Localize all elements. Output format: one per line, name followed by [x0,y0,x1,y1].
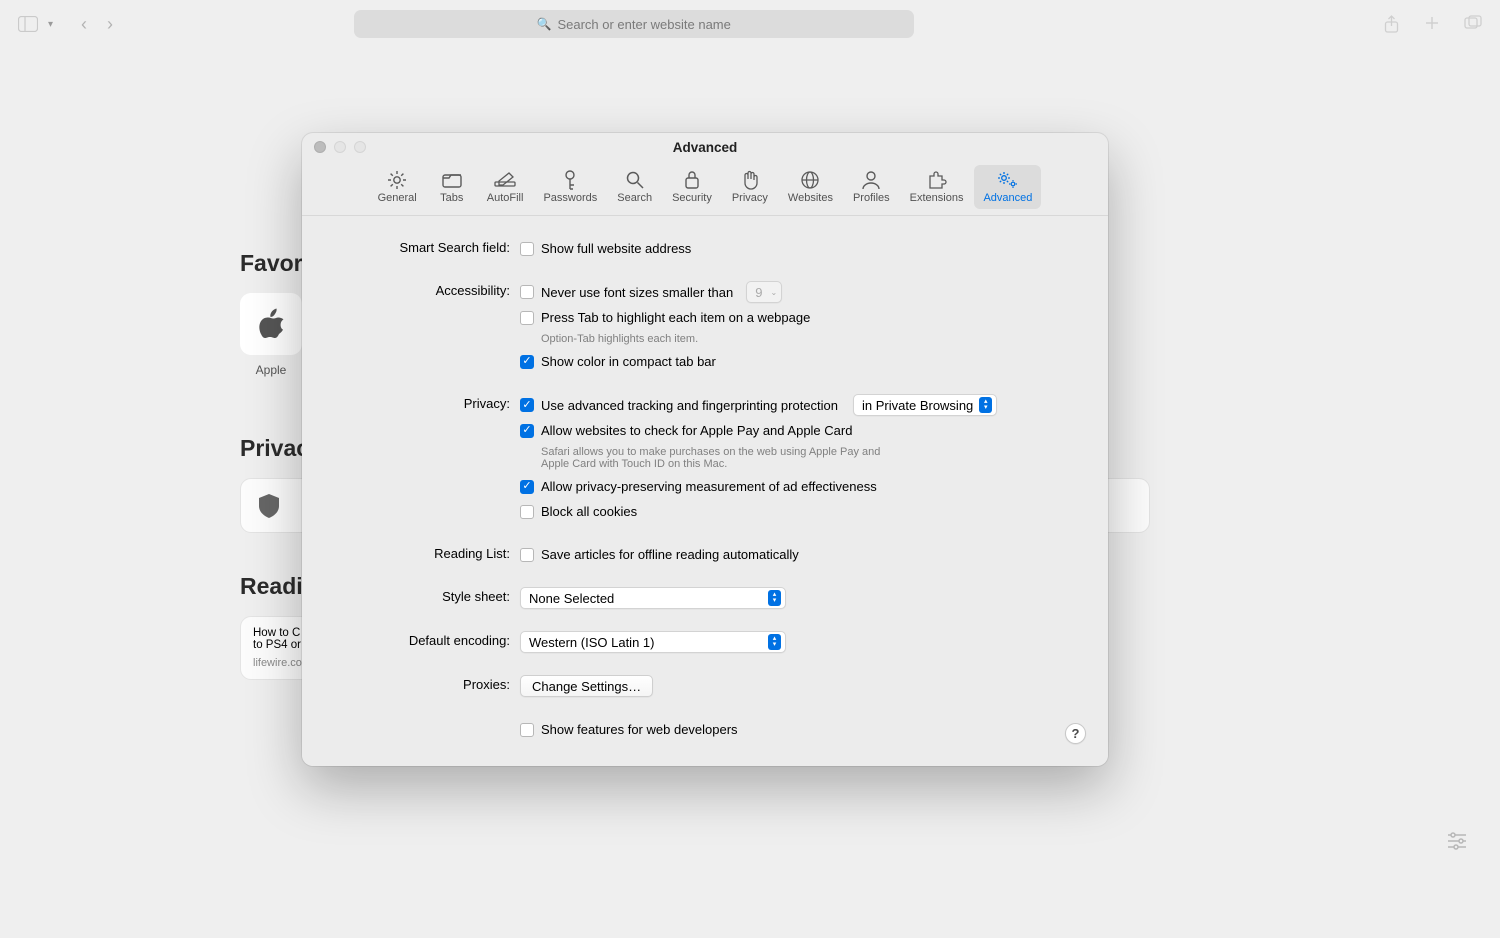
tab-passwords[interactable]: Passwords [534,165,606,209]
search-icon [623,170,647,190]
key-icon [558,170,582,190]
press-tab-checkbox[interactable] [520,311,534,325]
default-encoding-select[interactable]: Western (ISO Latin 1) ▴▾ [520,631,786,653]
chevron-down-icon: ⌄ [771,288,778,297]
advanced-tracking-label: Use advanced tracking and fingerprinting… [541,398,838,413]
tab-label: Search [617,192,652,204]
favorite-label: Apple [240,363,302,377]
tab-label: Passwords [543,192,597,204]
stepper-icon: ▴▾ [979,397,992,413]
puzzle-icon [925,170,949,190]
apple-pay-checkbox[interactable] [520,424,534,438]
change-proxies-label: Change Settings… [532,679,641,694]
advanced-tracking-checkbox[interactable] [520,398,534,412]
font-size-select[interactable]: 9 ⌄ [746,281,782,303]
apple-pay-label: Allow websites to check for Apple Pay an… [541,423,852,438]
accessibility-label: Accessibility: [324,281,520,298]
show-color-label: Show color in compact tab bar [541,354,716,369]
tracking-mode-select[interactable]: in Private Browsing ▴▾ [853,394,997,416]
lock-icon [680,170,704,190]
show-developer-features-checkbox[interactable] [520,723,534,737]
tab-label: General [378,192,417,204]
pencil-icon [493,170,517,190]
stepper-icon: ▴▾ [768,634,781,650]
tab-label: Privacy [732,192,768,204]
privacy-label: Privacy: [324,394,520,411]
tab-overview-icon[interactable] [1464,15,1482,34]
block-cookies-label: Block all cookies [541,504,637,519]
tracking-mode-value: in Private Browsing [862,398,973,413]
sidebar-toggle-icon[interactable] [18,16,38,32]
press-tab-label: Press Tab to highlight each item on a we… [541,310,810,325]
gear-icon [385,170,409,190]
back-button[interactable]: ‹ [81,14,87,35]
default-encoding-label: Default encoding: [324,631,520,648]
gears-icon [996,170,1020,190]
style-sheet-label: Style sheet: [324,587,520,604]
proxies-label: Proxies: [324,675,520,692]
tab-label: AutoFill [487,192,524,204]
tab-tabs[interactable]: Tabs [428,165,476,209]
change-proxies-button[interactable]: Change Settings… [520,675,653,697]
save-offline-label: Save articles for offline reading automa… [541,547,799,562]
favorite-tile-apple[interactable] [240,293,302,355]
style-sheet-select[interactable]: None Selected ▴▾ [520,587,786,609]
font-size-value: 9 [755,285,762,300]
hand-icon [738,170,762,190]
tab-label: Tabs [440,192,463,204]
new-tab-icon[interactable] [1424,15,1440,34]
tab-label: Security [672,192,712,204]
reading-list-label: Reading List: [324,544,520,561]
share-icon[interactable] [1383,15,1400,34]
stepper-icon: ▴▾ [768,590,781,606]
search-icon: 🔍 [536,17,551,31]
tab-general[interactable]: General [369,165,426,209]
window-title: Advanced [302,140,1108,155]
globe-icon [798,170,822,190]
option-tab-hint: Option-Tab highlights each item. [541,333,901,345]
preferences-window: Advanced General Tabs AutoFill Passwords… [302,133,1108,766]
tab-advanced[interactable]: Advanced [974,165,1041,209]
person-icon [859,170,883,190]
smart-search-label: Smart Search field: [324,238,520,255]
address-bar[interactable]: 🔍 Search or enter website name [354,10,914,38]
block-cookies-checkbox[interactable] [520,505,534,519]
show-developer-features-label: Show features for web developers [541,722,738,737]
chevron-down-icon[interactable]: ▾ [48,19,53,30]
help-button[interactable]: ? [1065,723,1086,744]
tab-label: Advanced [983,192,1032,204]
default-encoding-value: Western (ISO Latin 1) [529,635,654,650]
save-offline-checkbox[interactable] [520,548,534,562]
tab-profiles[interactable]: Profiles [844,165,899,209]
style-sheet-value: None Selected [529,591,614,606]
tab-autofill[interactable]: AutoFill [478,165,533,209]
address-bar-placeholder: Search or enter website name [557,17,730,32]
browser-toolbar: ▾ ‹ › 🔍 Search or enter website name [0,0,1500,48]
tab-privacy[interactable]: Privacy [723,165,777,209]
ad-measurement-checkbox[interactable] [520,480,534,494]
customize-start-page-icon[interactable] [1446,832,1468,850]
show-color-checkbox[interactable] [520,355,534,369]
ad-measurement-label: Allow privacy-preserving measurement of … [541,479,877,494]
tab-extensions[interactable]: Extensions [901,165,973,209]
apple-pay-hint: Safari allows you to make purchases on t… [541,446,901,470]
tab-label: Extensions [910,192,964,204]
forward-button[interactable]: › [107,14,113,35]
tab-security[interactable]: Security [663,165,721,209]
preferences-body: Smart Search field: Show full website ad… [302,216,1108,766]
window-titlebar: Advanced [302,133,1108,161]
tab-label: Profiles [853,192,890,204]
never-font-smaller-checkbox[interactable] [520,285,534,299]
show-full-address-label: Show full website address [541,241,691,256]
tab-websites[interactable]: Websites [779,165,842,209]
help-label: ? [1072,726,1080,741]
preferences-tabbar: General Tabs AutoFill Passwords Search S… [302,161,1108,216]
show-full-address-checkbox[interactable] [520,242,534,256]
tab-search[interactable]: Search [608,165,661,209]
never-font-smaller-label: Never use font sizes smaller than [541,285,733,300]
tabs-icon [440,170,464,190]
tab-label: Websites [788,192,833,204]
